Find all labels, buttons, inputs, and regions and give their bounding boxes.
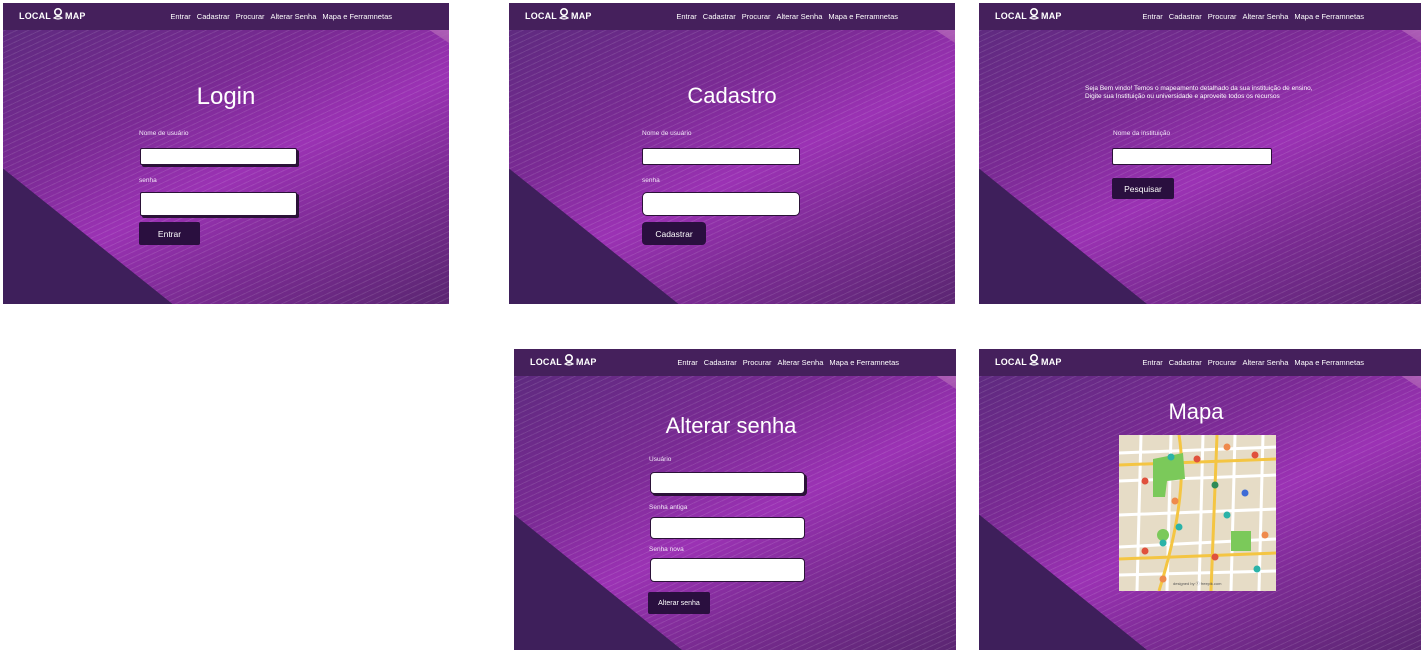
password-label: senha bbox=[139, 177, 157, 184]
navbar: LOCAL MAP Entrar Cadastrar Procurar Alte… bbox=[3, 3, 449, 30]
logo-text-right: MAP bbox=[65, 11, 86, 21]
nav-link-mapa[interactable]: Mapa e Ferramnetas bbox=[322, 12, 392, 21]
logo[interactable]: LOCAL MAP bbox=[995, 354, 1062, 368]
page-title: Alterar senha bbox=[665, 413, 797, 438]
login-screen: LOCAL MAP Entrar Cadastrar Procurar Alte… bbox=[3, 3, 449, 304]
nav-links: Entrar Cadastrar Procurar Alterar Senha … bbox=[1142, 358, 1364, 367]
logo[interactable]: LOCAL MAP bbox=[525, 8, 592, 22]
map-pin-icon bbox=[1029, 8, 1039, 20]
nav-link-alterar-senha[interactable]: Alterar Senha bbox=[1243, 358, 1289, 367]
logo-text-left: LOCAL bbox=[19, 11, 51, 21]
nav-link-entrar[interactable]: Entrar bbox=[676, 12, 696, 21]
search-screen: LOCAL MAP Entrar Cadastrar Procurar Alte… bbox=[979, 3, 1421, 304]
navbar: LOCAL MAP Entrar Cadastrar Procurar Alte… bbox=[979, 349, 1421, 376]
logo[interactable]: LOCAL MAP bbox=[530, 354, 597, 368]
nav-link-procurar[interactable]: Procurar bbox=[1208, 358, 1237, 367]
map-screen: LOCAL MAP Entrar Cadastrar Procurar Alte… bbox=[979, 349, 1421, 650]
nav-link-alterar-senha[interactable]: Alterar Senha bbox=[1243, 12, 1289, 21]
logo-text-right: MAP bbox=[1041, 11, 1062, 21]
nav-link-cadastrar[interactable]: Cadastrar bbox=[703, 12, 736, 21]
page-title: Mapa bbox=[1168, 399, 1224, 424]
institution-input[interactable] bbox=[1112, 148, 1272, 165]
username-input[interactable] bbox=[642, 148, 800, 165]
map-view[interactable]: designed by ⓕ freepik.com bbox=[1119, 435, 1276, 591]
change-password-screen: LOCAL MAP Entrar Cadastrar Procurar Alte… bbox=[514, 349, 956, 650]
user-label: Usuário bbox=[649, 456, 672, 463]
nav-link-mapa[interactable]: Mapa e Ferramnetas bbox=[829, 358, 899, 367]
nav-link-mapa[interactable]: Mapa e Ferramnetas bbox=[828, 12, 898, 21]
map-pin-icon bbox=[53, 8, 63, 20]
logo[interactable]: LOCAL MAP bbox=[19, 8, 86, 22]
map-pin-icon bbox=[1029, 354, 1039, 366]
password-input[interactable] bbox=[140, 192, 297, 216]
nav-link-alterar-senha[interactable]: Alterar Senha bbox=[777, 12, 823, 21]
logo-text-right: MAP bbox=[576, 357, 597, 367]
nav-links: Entrar Cadastrar Procurar Alterar Senha … bbox=[676, 12, 898, 21]
nav-link-cadastrar[interactable]: Cadastrar bbox=[1169, 358, 1202, 367]
nav-links: Entrar Cadastrar Procurar Alterar Senha … bbox=[170, 12, 392, 21]
welcome-line-1: Seja Bem vindo! Temos o mapeamento detal… bbox=[1085, 85, 1313, 92]
background-shade bbox=[514, 514, 682, 650]
nav-link-procurar[interactable]: Procurar bbox=[743, 358, 772, 367]
password-label: senha bbox=[642, 177, 660, 184]
search-button[interactable]: Pesquisar bbox=[1112, 178, 1174, 199]
nav-link-procurar[interactable]: Procurar bbox=[236, 12, 265, 21]
welcome-text: Seja Bem vindo! Temos o mapeamento detal… bbox=[1085, 85, 1313, 101]
username-label: Nome de usuário bbox=[642, 130, 692, 137]
old-password-label: Senha antiga bbox=[649, 504, 688, 511]
nav-link-entrar[interactable]: Entrar bbox=[170, 12, 190, 21]
map-pin-icon bbox=[564, 354, 574, 366]
navbar: LOCAL MAP Entrar Cadastrar Procurar Alte… bbox=[509, 3, 955, 30]
logo-text-left: LOCAL bbox=[525, 11, 557, 21]
nav-link-alterar-senha[interactable]: Alterar Senha bbox=[271, 12, 317, 21]
nav-link-entrar[interactable]: Entrar bbox=[1142, 12, 1162, 21]
logo-text-left: LOCAL bbox=[995, 11, 1027, 21]
logo-text-right: MAP bbox=[1041, 357, 1062, 367]
register-screen: LOCAL MAP Entrar Cadastrar Procurar Alte… bbox=[509, 3, 955, 304]
logo-text-right: MAP bbox=[571, 11, 592, 21]
nav-links: Entrar Cadastrar Procurar Alterar Senha … bbox=[677, 358, 899, 367]
navbar: LOCAL MAP Entrar Cadastrar Procurar Alte… bbox=[514, 349, 956, 376]
username-input[interactable] bbox=[140, 148, 297, 165]
change-password-button[interactable]: Alterar senha bbox=[648, 592, 710, 614]
username-label: Nome de usuário bbox=[139, 130, 189, 137]
nav-link-procurar[interactable]: Procurar bbox=[1208, 12, 1237, 21]
nav-links: Entrar Cadastrar Procurar Alterar Senha … bbox=[1142, 12, 1364, 21]
welcome-line-2: Digite sua Instituição ou universidade e… bbox=[1085, 93, 1280, 100]
nav-link-cadastrar[interactable]: Cadastrar bbox=[704, 358, 737, 367]
nav-link-entrar[interactable]: Entrar bbox=[1142, 358, 1162, 367]
map-graphic bbox=[1119, 435, 1276, 591]
nav-link-procurar[interactable]: Procurar bbox=[742, 12, 771, 21]
user-input[interactable] bbox=[650, 472, 805, 494]
nav-link-mapa[interactable]: Mapa e Ferramnetas bbox=[1294, 358, 1364, 367]
new-password-label: Senha nova bbox=[649, 546, 684, 553]
page-title: Cadastro bbox=[687, 83, 777, 108]
nav-link-cadastrar[interactable]: Cadastrar bbox=[1169, 12, 1202, 21]
logo-text-left: LOCAL bbox=[995, 357, 1027, 367]
nav-link-mapa[interactable]: Mapa e Ferramnetas bbox=[1294, 12, 1364, 21]
new-password-input[interactable] bbox=[650, 558, 805, 582]
password-input[interactable] bbox=[642, 192, 800, 216]
map-credit: designed by ⓕ freepik.com bbox=[1173, 581, 1222, 586]
old-password-input[interactable] bbox=[650, 517, 805, 539]
logo[interactable]: LOCAL MAP bbox=[995, 8, 1062, 22]
register-button[interactable]: Cadastrar bbox=[642, 222, 706, 245]
page-title: Login bbox=[196, 83, 256, 110]
login-button[interactable]: Entrar bbox=[139, 222, 200, 245]
nav-link-entrar[interactable]: Entrar bbox=[677, 358, 697, 367]
map-pin-icon bbox=[559, 8, 569, 20]
institution-label: Nome da instituição bbox=[1113, 130, 1171, 137]
navbar: LOCAL MAP Entrar Cadastrar Procurar Alte… bbox=[979, 3, 1421, 30]
logo-text-left: LOCAL bbox=[530, 357, 562, 367]
nav-link-alterar-senha[interactable]: Alterar Senha bbox=[778, 358, 824, 367]
nav-link-cadastrar[interactable]: Cadastrar bbox=[197, 12, 230, 21]
